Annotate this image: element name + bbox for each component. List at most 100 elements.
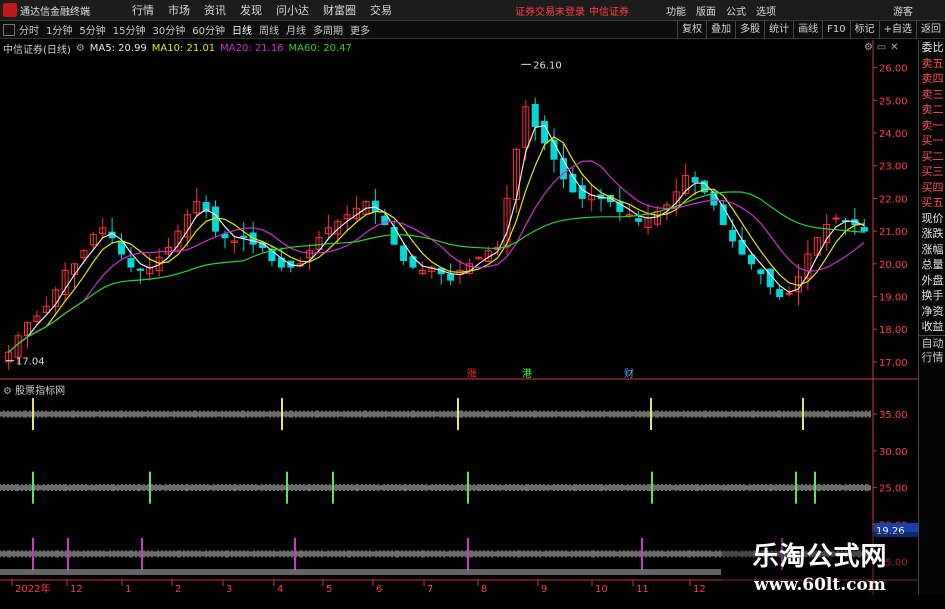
toolbar-button-5[interactable]: F10 [822,21,849,39]
menu-item-3[interactable]: 发现 [240,2,262,18]
period-tab-1[interactable]: 1分钟 [46,22,72,37]
menu-right-item-1[interactable]: 版面 [696,3,716,18]
indicator-settings-icon[interactable]: ⚙ [3,386,15,397]
candle-body [409,256,417,268]
sub-y-tick-label: 25.00 [879,484,908,495]
menu-right-item-0[interactable]: 功能 [666,3,686,18]
period-tab-6[interactable]: 日线 [232,22,252,37]
event-marker-0: 涨 [467,368,477,380]
side-item-2[interactable]: 卖四 [919,71,945,87]
ma60-line [8,191,865,353]
side-item-7[interactable]: 买二 [919,149,945,165]
toolbar-button-4[interactable]: 画线 [793,21,822,39]
toolbar-button-1[interactable]: 叠加 [706,21,735,39]
broker-name[interactable]: 中信证券 [589,3,629,18]
menu-item-0[interactable]: 行情 [132,2,154,18]
side-item-9[interactable]: 买四 [919,180,945,196]
side-item-13[interactable]: 涨幅 [919,242,945,258]
side-item-17[interactable]: 净资 [919,304,945,320]
menu-item-4[interactable]: 问小达 [276,2,309,18]
side-item-14[interactable]: 总量 [919,257,945,273]
signal-strip-2 [0,471,871,504]
watermark-title: 乐淘公式网 [752,542,888,572]
y-tick-label: 25.00 [879,96,908,107]
x-tick-label: 4 [277,584,283,595]
side-item-0[interactable]: 委比 [919,40,945,56]
y-tick-label: 24.00 [879,129,908,140]
login-notice[interactable]: 证券交易未登录 [515,3,585,18]
candle-body [757,269,765,275]
x-tick-label: 2022年 [15,582,50,595]
chart-area[interactable]: 26.00 25.00 24.00 23.00 22.00 21.00 20.00 19.00… [0,40,918,596]
period-tab-5[interactable]: 60分钟 [192,22,225,37]
side-item-4[interactable]: 卖二 [919,102,945,118]
menu-right-item-2[interactable]: 公式 [726,3,746,18]
app-logo-icon [3,3,17,17]
side-item-15[interactable]: 外盘 [919,273,945,289]
side-item-16[interactable]: 换手 [919,288,945,304]
toolbar-button-0[interactable]: 复权 [677,21,706,39]
y-tick-label: 26.00 [879,64,908,75]
candle-body [860,227,868,232]
side-item-11[interactable]: 现价 [919,211,945,227]
side-item-18[interactable]: 收益 [919,319,945,335]
toolbar-button-7[interactable]: +自选 [878,21,916,39]
menu-item-6[interactable]: 交易 [370,2,392,18]
period-tab-0[interactable]: 分时 [19,22,39,37]
side-item-3[interactable]: 卖三 [919,87,945,103]
toolbar-button-3[interactable]: 统计 [764,21,793,39]
period-tab-9[interactable]: 多周期 [313,22,343,37]
y-tick-label: 22.00 [879,194,908,205]
side-item-6[interactable]: 买一 [919,133,945,149]
toolbar-button-6[interactable]: 标记 [849,21,879,39]
period-tab-10[interactable]: 更多 [350,22,370,37]
side-item-10[interactable]: 买五 [919,195,945,211]
candle-body [776,289,784,298]
candle-body [541,120,549,144]
candle-body [136,268,144,271]
side-item-20[interactable]: 行情 [919,350,945,366]
period-tab-3[interactable]: 15分钟 [113,22,146,37]
sub-y-tick-label: 35.00 [879,410,908,421]
y-tick-label: 23.00 [879,162,908,173]
menu-right-item-3[interactable]: 选项 [756,3,776,18]
candle-body [729,229,737,242]
layout-icon[interactable] [3,23,15,36]
period-tab-2[interactable]: 5分钟 [79,22,105,37]
side-item-1[interactable]: 卖五 [919,56,945,72]
period-tab-4[interactable]: 30分钟 [152,22,185,37]
candle-body [691,177,699,183]
candle-body [832,217,840,220]
menu-item-1[interactable]: 市场 [168,2,190,18]
side-item-5[interactable]: 卖一 [919,118,945,134]
toolbar-button-8[interactable]: 返回 [916,21,945,39]
x-tick-label: 6 [376,584,382,595]
indicator-title: ⚙ 股票指标网 [3,386,66,397]
side-item-8[interactable]: 买三 [919,164,945,180]
toolbar-button-2[interactable]: 多股 [735,21,764,39]
menu-bar: 通达信金融终端 行情 市场 资讯 发现 问小达 财富圈 交易 证券交易未登录 中信证券 功能… [0,0,945,21]
candle-body [371,200,379,212]
x-tick-label: 8 [481,584,487,595]
ma20-value: MA20: 21.16 [220,42,284,54]
gear-icon[interactable]: ⚙ [862,41,875,54]
ma60-value: MA60: 20.47 [288,42,352,54]
candle-body [240,235,248,239]
candle-body [635,218,643,222]
guest-label[interactable]: 游客 [893,3,913,18]
minimize-icon[interactable]: ▭ [875,41,888,54]
candle-body [400,245,408,262]
close-icon[interactable]: ✕ [888,41,901,54]
menu-item-5[interactable]: 财富圈 [323,2,356,18]
high-label: 26.10 [533,60,562,71]
y-tick-label: 19.00 [879,293,908,304]
candle-body [531,104,539,127]
settings-icon[interactable]: ⚙ [76,43,85,54]
x-tick-label: 12 [70,584,83,595]
side-item-12[interactable]: 涨跌 [919,226,945,242]
y-tick-label: 21.00 [879,227,908,238]
period-tab-7[interactable]: 周线 [259,22,279,37]
menu-item-2[interactable]: 资讯 [204,2,226,18]
period-tab-8[interactable]: 月线 [286,22,306,37]
side-item-19[interactable]: 自动 [919,334,945,351]
